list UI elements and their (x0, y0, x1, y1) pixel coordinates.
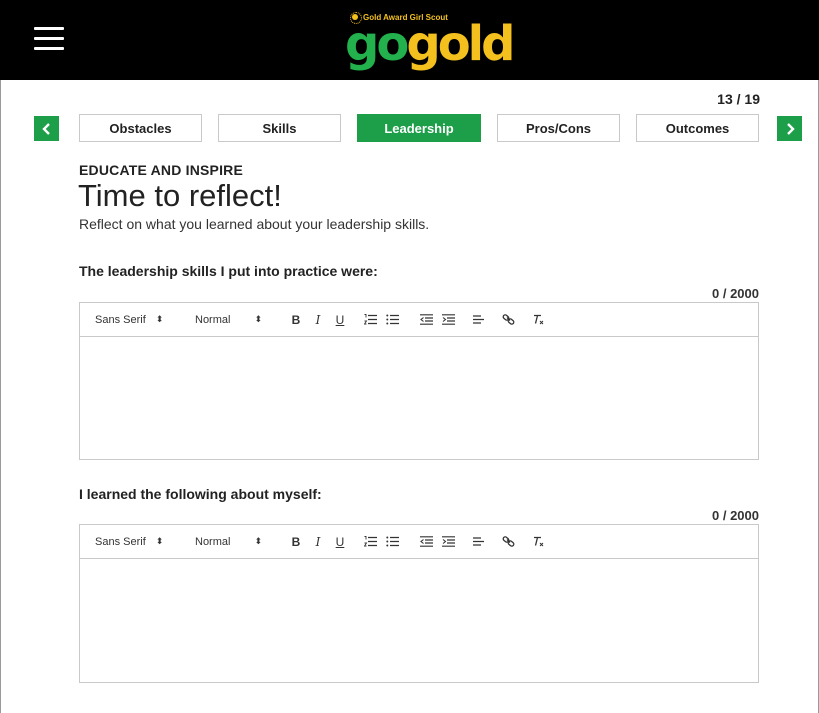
select-arrows-icon: ⬍ (254, 314, 262, 324)
indent-icon[interactable] (437, 533, 459, 551)
bullet-list-icon[interactable] (381, 311, 403, 329)
editor-text-area[interactable] (80, 559, 758, 682)
italic-icon[interactable]: I (307, 311, 329, 329)
select-arrows-icon: ⬍ (155, 314, 164, 324)
font-family-select[interactable]: Sans Serif ⬍ (95, 314, 195, 326)
section-eyebrow: EDUCATE AND INSPIRE (79, 162, 244, 178)
underline-icon[interactable]: U (329, 533, 351, 551)
character-count: 0 / 2000 (712, 286, 759, 301)
next-step-button[interactable] (777, 116, 802, 141)
rich-text-editor-learned-about-myself: Sans Serif ⬍ Normal ⬍ B I U (79, 524, 759, 683)
character-count: 0 / 2000 (712, 508, 759, 523)
logo-tagline: Gold Award Girl Scout (350, 12, 448, 24)
clear-formatting-icon[interactable] (527, 533, 549, 551)
sun-icon (350, 12, 362, 24)
tab-skills[interactable]: Skills (218, 114, 341, 142)
font-size-select[interactable]: Normal ⬍ (195, 314, 285, 326)
bold-icon[interactable]: B (285, 311, 307, 329)
font-family-select[interactable]: Sans Serif ⬍ (95, 536, 195, 548)
bullet-list-icon[interactable] (381, 533, 403, 551)
ordered-list-icon[interactable] (359, 533, 381, 551)
chevron-left-icon (41, 122, 50, 135)
ordered-list-icon[interactable] (359, 311, 381, 329)
editor-toolbar: Sans Serif ⬍ Normal ⬍ B I U (80, 303, 758, 337)
top-bar: gogold Gold Award Girl Scout (0, 0, 819, 80)
hamburger-menu-icon[interactable] (34, 26, 64, 50)
page-title: Time to reflect! (78, 178, 282, 213)
rich-text-editor-leadership-skills: Sans Serif ⬍ Normal ⬍ B I U (79, 302, 759, 460)
previous-step-button[interactable] (34, 116, 59, 141)
tab-obstacles[interactable]: Obstacles (79, 114, 202, 142)
question-label-learned-about-myself: I learned the following about myself: (79, 486, 322, 502)
outdent-icon[interactable] (415, 311, 437, 329)
select-arrows-icon: ⬍ (254, 536, 262, 546)
gogold-logo[interactable]: gogold Gold Award Girl Scout (345, 10, 516, 72)
align-icon[interactable] (467, 311, 489, 329)
outdent-icon[interactable] (415, 533, 437, 551)
tab-leadership[interactable]: Leadership (357, 114, 481, 142)
chevron-right-icon (786, 122, 795, 135)
tab-outcomes[interactable]: Outcomes (636, 114, 759, 142)
select-arrows-icon: ⬍ (155, 536, 164, 546)
clear-formatting-icon[interactable] (527, 311, 549, 329)
step-counter: 13 / 19 (717, 91, 760, 107)
logo-wordmark: gogold (345, 16, 516, 72)
page-subtitle: Reflect on what you learned about your l… (79, 216, 430, 232)
editor-toolbar: Sans Serif ⬍ Normal ⬍ B I U (80, 525, 758, 559)
font-size-select[interactable]: Normal ⬍ (195, 536, 285, 548)
underline-icon[interactable]: U (329, 311, 351, 329)
link-icon[interactable] (497, 311, 519, 329)
indent-icon[interactable] (437, 311, 459, 329)
align-icon[interactable] (467, 533, 489, 551)
question-label-leadership-skills: The leadership skills I put into practic… (79, 263, 378, 279)
editor-text-area[interactable] (80, 337, 758, 459)
italic-icon[interactable]: I (307, 533, 329, 551)
link-icon[interactable] (497, 533, 519, 551)
tab-pros-cons[interactable]: Pros/Cons (497, 114, 620, 142)
bold-icon[interactable]: B (285, 533, 307, 551)
